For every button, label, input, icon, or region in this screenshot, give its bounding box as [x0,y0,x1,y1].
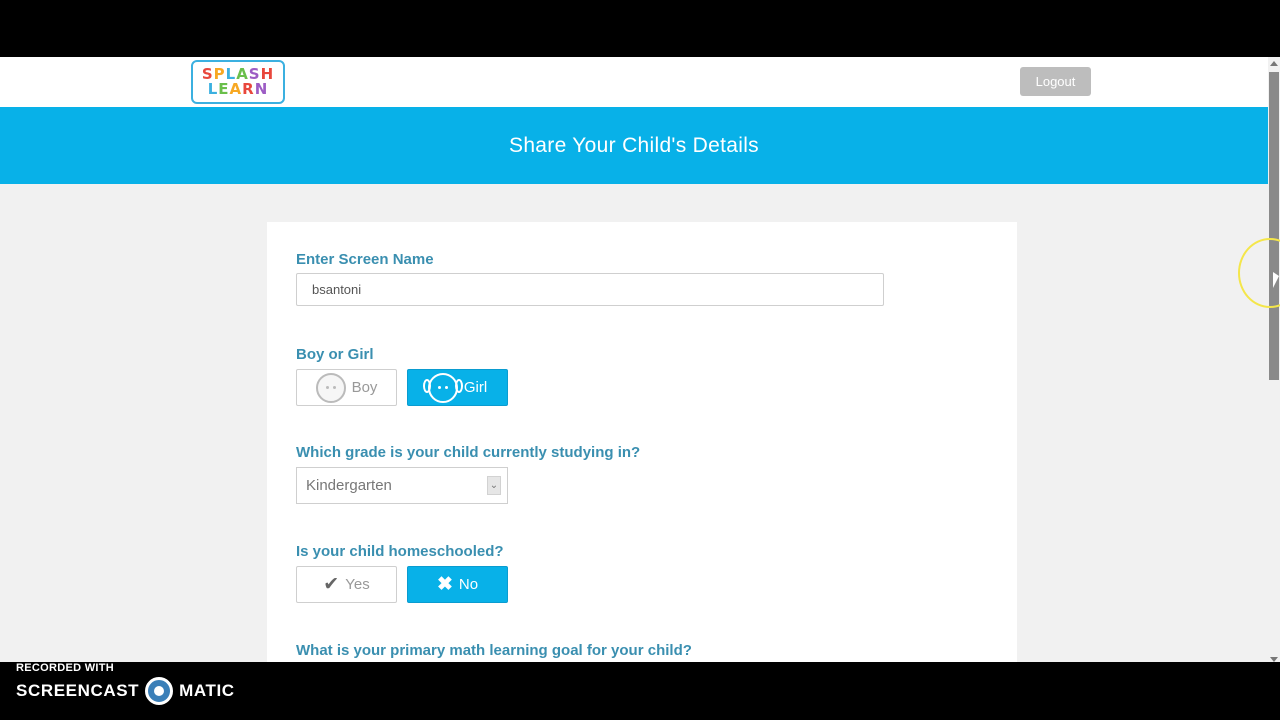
girl-option-button[interactable]: Girl [407,369,508,406]
homeschooled-no-button[interactable]: ✖ No [407,566,508,603]
page-scrollbar[interactable] [1268,57,1280,662]
page-banner: Share Your Child's Details [0,107,1268,184]
screen-name-label: Enter Screen Name [296,251,434,268]
no-option-label: No [458,576,479,593]
watermark-right: MATIC [179,681,235,700]
gender-label: Boy or Girl [296,346,374,363]
grade-select[interactable]: Kindergarten ⌄ [296,467,508,504]
site-header: SPLASH LEARN Logout [0,57,1268,107]
logout-button[interactable]: Logout [1020,67,1091,96]
scrollbar-thumb[interactable] [1269,72,1279,380]
screencast-logo-icon [145,677,174,705]
browser-viewport: SPLASH LEARN Logout Share Your Child's D… [0,57,1280,662]
girl-option-label: Girl [463,379,488,396]
boy-option-label: Boy [351,379,378,396]
grade-label: Which grade is your child currently stud… [296,444,641,461]
screen-name-input[interactable] [296,273,884,306]
homeschooled-yes-button[interactable]: ✔ Yes [296,566,397,603]
x-icon: ✖ [436,574,453,595]
mouse-cursor-icon [1273,272,1279,288]
child-details-form: Enter Screen Name Boy or Girl Boy Girl W… [267,222,1017,662]
video-top-bar [0,0,1280,57]
splashlearn-logo[interactable]: SPLASH LEARN [191,60,285,104]
watermark-recorded-with: RECORDED WITH [16,662,115,674]
logo-line2: LEARN [207,80,269,98]
grade-selected-value: Kindergarten [306,477,392,494]
video-bottom-bar: RECORDED WITH SCREENCAST MATIC [0,662,1280,720]
yes-option-label: Yes [345,576,370,593]
scroll-up-arrow-icon[interactable] [1270,61,1278,66]
girl-face-icon [422,372,463,403]
watermark-left: SCREENCAST [16,681,140,700]
page-title: Share Your Child's Details [509,133,759,157]
math-goal-label: What is your primary math learning goal … [296,642,692,659]
screencast-o-matic-watermark: SCREENCAST MATIC [16,677,235,705]
chevron-down-icon[interactable]: ⌄ [487,476,501,495]
boy-option-button[interactable]: Boy [296,369,397,406]
checkmark-icon: ✔ [323,574,340,595]
boy-face-icon [315,372,346,403]
homeschooled-label: Is your child homeschooled? [296,543,504,560]
